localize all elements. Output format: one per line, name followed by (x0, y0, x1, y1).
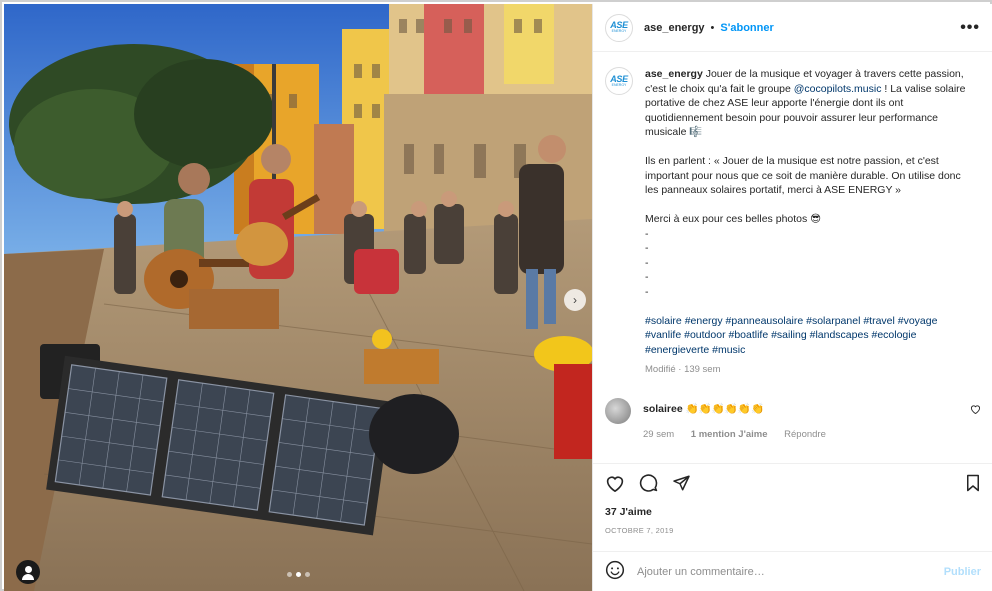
caption-hashtags[interactable]: #solaire #energy #panneausolaire #solarp… (645, 314, 975, 358)
user-icon-body (22, 574, 34, 580)
tagged-users-button[interactable] (16, 560, 40, 584)
avatar-logo-subtext: ENERGY (611, 82, 627, 87)
carousel-dot (287, 572, 292, 577)
carousel-dot (305, 572, 310, 577)
street-musicians-photo (4, 4, 592, 591)
caption-paragraph-3: Merci à eux pour ces belles photos 😎 (645, 213, 822, 225)
comment-content: solairee 👏👏👏👏👏👏 29 sem 1 mention J'aime … (631, 398, 840, 440)
bookmark-save-icon[interactable] (965, 474, 981, 495)
comment-input[interactable] (637, 565, 937, 578)
post-body: ASE ENERGY ase_energy Jouer de la musiqu… (593, 53, 992, 459)
post-date[interactable]: OCTOBRE 7, 2019 (605, 526, 981, 535)
carousel-indicator (287, 572, 310, 577)
comment-likes[interactable]: 1 mention J'aime (691, 429, 768, 440)
comment-age[interactable]: 29 sem (643, 429, 674, 440)
caption-username[interactable]: ase_energy (645, 68, 703, 80)
caption-paragraph-2: Ils en parlent : « Jouer de la musique e… (645, 155, 961, 196)
post-actions: 37 J'aime OCTOBRE 7, 2019 (593, 463, 992, 535)
add-comment-bar: Publier (593, 551, 992, 591)
comment-item: solairee 👏👏👏👏👏👏 29 sem 1 mention J'aime … (605, 397, 981, 440)
mention-link[interactable]: @cocopilots.music (794, 83, 882, 95)
publish-button[interactable]: Publier (944, 566, 981, 578)
caption-meta: Modifié · 139 sem (645, 364, 721, 375)
caption-dash: - (645, 256, 649, 269)
caption-text: ase_energy Jouer de la musique et voyage… (645, 67, 975, 378)
caption-dash: - (645, 227, 649, 240)
like-heart-icon[interactable] (605, 474, 625, 495)
post-side-panel: ASE ENERGY ase_energy • S'abonner ••• AS… (592, 4, 992, 591)
header-separator: • (710, 21, 715, 34)
comment-bubble-icon[interactable] (639, 473, 658, 495)
likes-count[interactable]: 37 J'aime (605, 506, 981, 518)
author-username[interactable]: ase_energy (644, 22, 705, 34)
post-photo[interactable]: › (4, 4, 592, 591)
carousel-next-button[interactable]: › (564, 289, 586, 311)
commenter-avatar[interactable] (605, 397, 631, 424)
commenter-username[interactable]: solairee (643, 403, 683, 415)
avatar-logo-subtext: ENERGY (611, 29, 627, 34)
comment-like-heart-icon[interactable] (970, 404, 981, 417)
caption-dash: - (645, 242, 649, 254)
caption-dash: - (645, 285, 649, 298)
author-avatar[interactable]: ASE ENERGY (605, 13, 633, 42)
caption-dash: - (645, 271, 649, 283)
post-header: ASE ENERGY ase_energy • S'abonner ••• (593, 4, 992, 52)
post-modal: › ASE ENERGY ase_energy • S'abonner ••• (0, 0, 992, 591)
caption: ASE ENERGY ase_energy Jouer de la musiqu… (605, 67, 981, 378)
follow-button[interactable]: S'abonner (720, 22, 773, 34)
carousel-dot-active (296, 572, 301, 577)
emoji-smiley-icon[interactable] (605, 560, 625, 583)
caption-author-avatar[interactable]: ASE ENERGY (605, 67, 633, 95)
comment-reply-button[interactable]: Répondre (784, 429, 826, 440)
share-send-icon[interactable] (672, 474, 691, 495)
more-options-icon[interactable]: ••• (960, 19, 980, 37)
comment-text: 👏👏👏👏👏👏 (682, 402, 765, 415)
user-icon-head (24, 566, 32, 573)
